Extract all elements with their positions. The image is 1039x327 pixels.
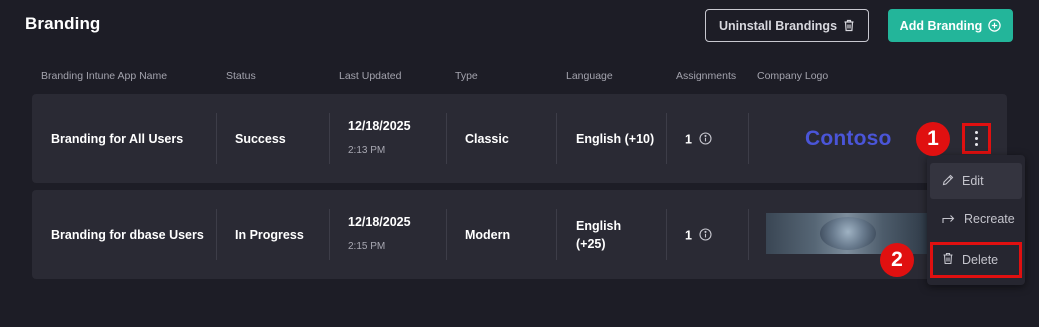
cell-divider	[216, 209, 217, 260]
row-date: 12/18/2025	[348, 119, 411, 133]
plus-circle-icon	[988, 19, 1002, 32]
row-time: 2:15 PM	[348, 241, 386, 252]
menu-item-label: Recreate	[964, 212, 1015, 226]
row-name: Branding for dbase Users	[51, 228, 204, 242]
row-language: English (+10)	[576, 132, 655, 146]
menu-item-label: Edit	[962, 174, 984, 188]
column-header-status: Status	[226, 70, 256, 82]
row-type: Modern	[465, 228, 511, 242]
info-icon[interactable]	[699, 228, 712, 244]
cell-divider	[556, 113, 557, 164]
menu-item-label: Delete	[962, 253, 999, 267]
row-context-menu: Edit Recreate Delete	[927, 155, 1025, 285]
column-header-company-logo: Company Logo	[757, 70, 829, 82]
row-assignments: 1	[685, 132, 712, 148]
row-time: 2:13 PM	[348, 145, 386, 156]
trash-icon	[942, 252, 954, 268]
cell-divider	[666, 113, 667, 164]
pencil-icon	[942, 174, 954, 189]
assignments-count: 1	[685, 132, 692, 147]
assignments-count: 1	[685, 228, 692, 243]
row-menu-button[interactable]	[962, 123, 991, 154]
step-badge-2: 2	[880, 243, 914, 277]
menu-item-edit[interactable]: Edit	[930, 163, 1022, 199]
add-branding-label: Add Branding	[899, 18, 983, 33]
logo-graphic	[820, 217, 876, 250]
row-status: Success	[235, 132, 286, 146]
info-icon[interactable]	[699, 132, 712, 148]
step-badge-1: 1	[916, 122, 950, 156]
cell-divider	[446, 113, 447, 164]
page-title: Branding	[25, 14, 101, 33]
add-branding-button[interactable]: Add Branding	[888, 9, 1013, 42]
cell-divider	[216, 113, 217, 164]
row-language: English	[576, 219, 622, 233]
menu-item-recreate[interactable]: Recreate	[930, 201, 1022, 237]
cell-divider	[556, 209, 557, 260]
uninstall-brandings-button[interactable]: Uninstall Brandings	[705, 9, 869, 42]
uninstall-brandings-label: Uninstall Brandings	[718, 18, 838, 33]
cell-divider	[748, 113, 749, 164]
row-status: In Progress	[235, 228, 304, 242]
company-logo-contoso: Contoso	[805, 127, 892, 150]
cell-divider	[666, 209, 667, 260]
cell-divider	[748, 209, 749, 260]
column-header-language: Language	[566, 70, 613, 82]
cell-divider	[329, 209, 330, 260]
trash-icon	[843, 19, 855, 32]
menu-item-delete[interactable]: Delete	[930, 242, 1022, 278]
share-arrow-icon	[942, 212, 956, 227]
table-header: Branding Intune App Name Status Last Upd…	[0, 70, 1039, 84]
row-date: 12/18/2025	[348, 215, 411, 229]
column-header-name: Branding Intune App Name	[41, 70, 168, 82]
column-header-last-updated: Last Updated	[339, 70, 402, 82]
cell-divider	[329, 113, 330, 164]
cell-divider	[446, 209, 447, 260]
kebab-menu-icon	[975, 131, 978, 146]
row-type: Classic	[465, 132, 509, 146]
row-name: Branding for All Users	[51, 132, 184, 146]
column-header-type: Type	[455, 70, 478, 82]
row-assignments: 1	[685, 228, 712, 244]
row-language-extra: (+25)	[576, 237, 606, 251]
column-header-assignments: Assignments	[676, 70, 737, 82]
